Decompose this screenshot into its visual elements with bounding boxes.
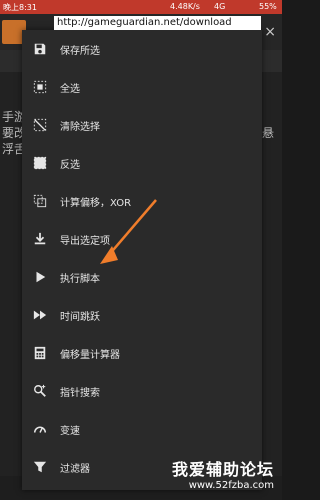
calc-offset-icon [32,193,48,209]
menu-item-label: 过滤器 [60,463,90,475]
close-icon[interactable]: × [264,24,276,40]
menu-item-label: 保存所选 [60,45,100,57]
fast-forward-icon [32,307,48,323]
menu-item-speed-hack[interactable]: 变速 [22,410,262,448]
url-tooltip: http://gameguardian.net/download [54,16,261,30]
battery-level: 55% [259,2,277,11]
watermark: 我爱辅助论坛 www.52fzba.com [150,456,274,496]
speedometer-icon [32,421,48,437]
context-menu: 保存所选 全选 清除选择 反选 计算偏移，XOR 导出选定项 执行脚本 时间跳跃… [22,30,262,490]
watermark-url: www.52fzba.com [188,480,274,491]
menu-item-label: 执行脚本 [60,273,100,285]
menu-item-label: 变速 [60,425,80,437]
menu-item-run-script[interactable]: 执行脚本 [22,258,262,296]
menu-item-save-selected[interactable]: 保存所选 [22,30,262,68]
select-all-icon [32,79,48,95]
menu-item-time-jump[interactable]: 时间跳跃 [22,296,262,334]
invert-selection-icon [32,155,48,171]
filter-icon [32,459,48,475]
menu-item-label: 全选 [60,83,80,95]
save-icon [32,41,48,57]
menu-item-label: 偏移量计算器 [60,349,120,361]
play-icon [32,269,48,285]
menu-item-label: 反选 [60,159,80,171]
menu-item-invert-selection[interactable]: 反选 [22,144,262,182]
menu-item-select-all[interactable]: 全选 [22,68,262,106]
clear-selection-icon [32,117,48,133]
network-speed: 4.48K/s [170,2,200,11]
menu-item-pointer-search[interactable]: 指针搜索 [22,372,262,410]
menu-item-label: 导出选定项 [60,235,110,247]
menu-item-label: 计算偏移，XOR [60,197,132,209]
background-right-text: 悬 [261,126,274,140]
menu-item-export-selected[interactable]: 导出选定项 [22,220,262,258]
status-time: 晚上8:31 [3,3,37,12]
pointer-search-icon [32,383,48,399]
calculator-icon [32,345,48,361]
menu-item-label: 时间跳跃 [60,311,100,323]
menu-item-label: 指针搜索 [60,387,100,399]
signal-indicator: 4G [214,2,226,11]
export-icon [32,231,48,247]
watermark-title: 我爱辅助论坛 [171,460,274,479]
menu-item-label: 清除选择 [60,121,100,133]
status-bar: 晚上8:31 4.48K/s 4G 55% [0,0,282,14]
menu-item-offset-calculator[interactable]: 偏移量计算器 [22,334,262,372]
menu-item-calc-offset-xor[interactable]: 计算偏移，XOR [22,182,262,220]
menu-item-clear-selection[interactable]: 清除选择 [22,106,262,144]
